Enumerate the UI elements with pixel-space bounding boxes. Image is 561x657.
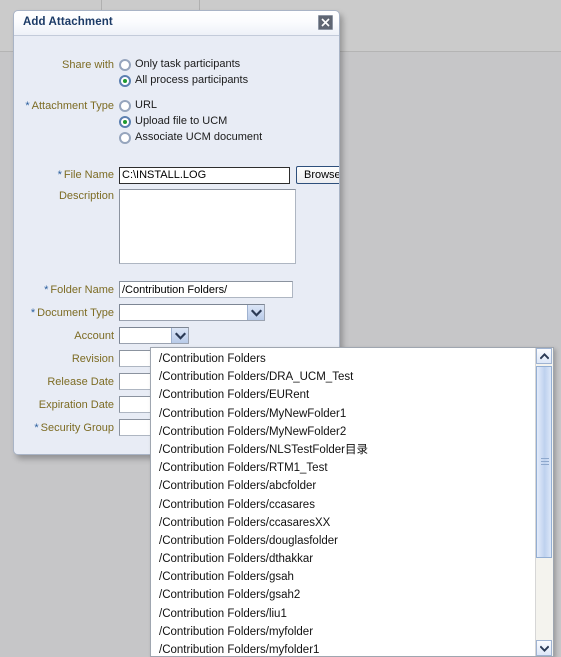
radio-button-icon (119, 99, 131, 112)
dialog-title: Add Attachment (23, 16, 113, 28)
account-select[interactable] (119, 327, 189, 344)
browse-button[interactable]: Browse... (296, 166, 339, 184)
expiration-date-label: Expiration Date (38, 398, 114, 411)
radio-button-selected-icon (119, 74, 131, 87)
radio-upload-file-to-ucm[interactable]: Upload file to UCM (119, 115, 262, 128)
chevron-down-icon (247, 305, 264, 320)
scrollbar-grip-icon (541, 458, 549, 466)
account-value (120, 328, 171, 343)
radio-all-process-participants[interactable]: All process participants (119, 74, 248, 87)
folder-name-label: * Folder Name (44, 283, 114, 296)
attachment-type-radio-group: URL Upload file to UCM Associate UCM doc… (119, 99, 262, 144)
chevron-down-icon (171, 328, 188, 343)
scroll-up-icon[interactable] (536, 348, 552, 364)
radio-url[interactable]: URL (119, 99, 262, 112)
folder-suggestion-item[interactable]: /Contribution Folders/gsah (151, 568, 535, 586)
radio-label: Only task participants (135, 58, 241, 70)
folder-suggestion-item[interactable]: /Contribution Folders/NLSTestFolder目录 (151, 441, 535, 459)
revision-label: Revision (71, 352, 114, 365)
description-label: Description (58, 190, 114, 202)
folder-suggestion-item[interactable]: /Contribution Folders/dthakkar (151, 550, 535, 568)
folder-suggestion-item[interactable]: /Contribution Folders/ccasaresXX (151, 514, 535, 532)
share-with-label: Share with (62, 59, 114, 71)
attachment-type-row: * Attachment Type URL Upload file to UCM … (14, 99, 262, 144)
folder-suggestion-dropdown: /Contribution Folders/Contribution Folde… (150, 347, 554, 657)
folder-suggestion-item[interactable]: /Contribution Folders/ccasares (151, 496, 535, 514)
radio-associate-ucm-document[interactable]: Associate UCM document (119, 131, 262, 144)
dropdown-scrollbar[interactable] (535, 348, 553, 656)
share-with-radio-group: Only task participants All process parti… (119, 58, 248, 87)
description-input[interactable] (119, 189, 296, 264)
folder-suggestion-item[interactable]: /Contribution Folders/RTM1_Test (151, 459, 535, 477)
required-asterisk: * (34, 421, 39, 434)
folder-name-row: * Folder Name (14, 281, 293, 298)
folder-suggestion-item[interactable]: /Contribution Folders/gsah2 (151, 586, 535, 604)
scroll-down-icon[interactable] (536, 640, 552, 656)
required-asterisk: * (44, 283, 49, 296)
file-name-label: * File Name (57, 169, 114, 181)
folder-suggestion-item[interactable]: /Contribution Folders/liu1 (151, 605, 535, 623)
radio-button-icon (119, 58, 131, 71)
radio-only-task-participants[interactable]: Only task participants (119, 58, 248, 71)
account-row: Account (14, 327, 189, 344)
document-type-select[interactable] (119, 304, 265, 321)
radio-label: Upload file to UCM (135, 115, 228, 127)
attachment-type-label: * Attachment Type (25, 100, 114, 112)
required-asterisk: * (30, 306, 36, 319)
folder-suggestion-item[interactable]: /Contribution Folders/myfolder (151, 623, 535, 641)
folder-name-input[interactable] (119, 281, 293, 298)
document-type-value (120, 305, 247, 320)
dropdown-scrollbar-thumb[interactable] (536, 366, 552, 558)
required-asterisk: * (57, 169, 62, 181)
folder-suggestion-item[interactable]: /Contribution Folders (151, 350, 535, 368)
folder-suggestion-item[interactable]: /Contribution Folders/MyNewFolder2 (151, 423, 535, 441)
folder-suggestion-item[interactable]: /Contribution Folders/EURent (151, 386, 535, 404)
release-date-label: Release Date (47, 375, 114, 388)
folder-suggestion-item[interactable]: /Contribution Folders/douglasfolder (151, 532, 535, 550)
folder-suggestion-item[interactable]: /Contribution Folders/MyNewFolder1 (151, 405, 535, 423)
radio-button-selected-icon (119, 115, 131, 128)
folder-suggestion-item[interactable]: /Contribution Folders/DRA_UCM_Test (151, 368, 535, 386)
close-icon[interactable] (318, 15, 333, 30)
security-group-label: * Security Group (34, 421, 114, 434)
radio-label: All process participants (135, 74, 249, 86)
share-with-row: Share with Only task participants All pr… (14, 58, 248, 87)
account-label: Account (74, 329, 114, 342)
description-row: Description (14, 189, 296, 264)
folder-suggestion-item[interactable]: /Contribution Folders/myfolder1 (151, 641, 535, 656)
radio-label: URL (135, 99, 158, 111)
document-type-label: * Document Type (30, 306, 114, 319)
dialog-titlebar: Add Attachment (14, 11, 339, 36)
file-name-row: *File Name Browse... (14, 166, 339, 184)
radio-label: Associate UCM document (135, 131, 263, 143)
required-asterisk: * (25, 100, 30, 112)
file-name-input[interactable] (119, 166, 290, 184)
folder-suggestion-item[interactable]: /Contribution Folders/abcfolder (151, 477, 535, 495)
document-type-row: * Document Type (14, 304, 265, 321)
radio-button-icon (119, 131, 131, 144)
folder-suggestion-list[interactable]: /Contribution Folders/Contribution Folde… (151, 348, 535, 656)
